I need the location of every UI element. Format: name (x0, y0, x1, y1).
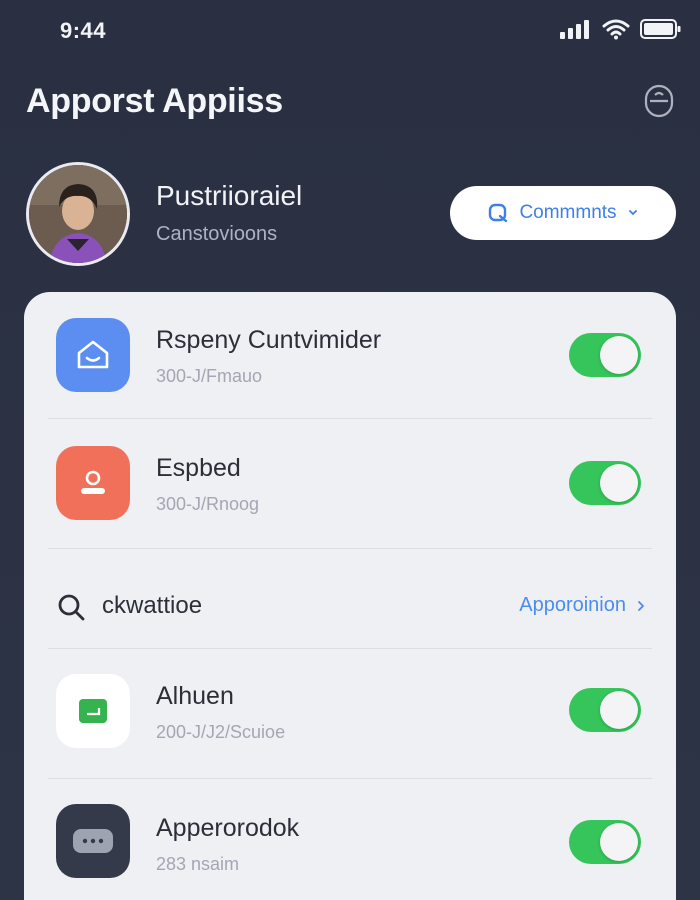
item-toggle[interactable] (569, 820, 641, 864)
header-profile-button[interactable] (640, 82, 678, 120)
toggle-knob (600, 464, 638, 502)
profile-name: Pustriioraiel (156, 180, 303, 211)
chat-icon (56, 804, 130, 878)
status-bar: 9:44 (0, 0, 700, 60)
search-label: ckwattioe (102, 592, 203, 619)
search-icon (56, 592, 86, 627)
item-subtitle: 300-J/Rnoog (156, 494, 260, 514)
toggle-knob (600, 336, 638, 374)
item-title: Espbed (156, 454, 241, 482)
list-item[interactable]: Alhuen 200-J/J2/Scuioe (24, 648, 676, 778)
page-title: Apporst Appiiss (26, 82, 283, 120)
item-toggle[interactable] (569, 333, 641, 377)
apps-card: Rspeny Cuntvimider 300-J/Fmauo Espbed 30… (24, 292, 676, 900)
profile-subtitle: Canstovioons (156, 223, 278, 245)
comments-button-label: Commmnts (519, 202, 617, 223)
comments-button[interactable]: Commmnts (450, 186, 676, 240)
search-link-label: Apporoinion (519, 594, 626, 616)
list-item[interactable]: Rspeny Cuntvimider 300-J/Fmauo (24, 292, 676, 418)
item-subtitle: 200-J/J2/Scuioe (156, 722, 286, 742)
screen-icon (56, 674, 130, 748)
item-toggle[interactable] (569, 688, 641, 732)
profile-icon (56, 446, 130, 520)
app-screen: 9:44 Apporst Appiiss Pustriioraiel Canst… (0, 0, 700, 900)
item-title: Rspeny Cuntvimider (156, 326, 382, 354)
status-icons (560, 18, 682, 45)
item-toggle[interactable] (569, 461, 641, 505)
divider (48, 548, 652, 549)
comment-icon (489, 203, 508, 223)
chevron-right-icon (638, 600, 645, 611)
battery-icon (640, 18, 682, 45)
list-item[interactable]: Espbed 300-J/Rnoog (24, 418, 676, 548)
search-link[interactable]: Apporoinion (519, 594, 646, 617)
avatar[interactable] (26, 162, 130, 266)
wifi-icon (602, 18, 630, 45)
home-icon (56, 318, 130, 392)
list-item[interactable]: Apperorodok 283 nsaim (24, 778, 676, 900)
toggle-knob (600, 691, 638, 729)
item-title: Alhuen (156, 682, 234, 710)
status-time: 9:44 (60, 18, 107, 43)
item-subtitle: 300-J/Fmauo (156, 366, 263, 386)
profile-outline-icon (644, 84, 674, 118)
item-subtitle: 283 nsaim (156, 854, 240, 874)
item-title: Apperorodok (156, 814, 300, 842)
search-row[interactable]: ckwattioe Apporoinion (24, 570, 676, 642)
toggle-knob (600, 823, 638, 861)
chevron-down-icon (628, 210, 637, 216)
signal-icon (560, 19, 592, 44)
